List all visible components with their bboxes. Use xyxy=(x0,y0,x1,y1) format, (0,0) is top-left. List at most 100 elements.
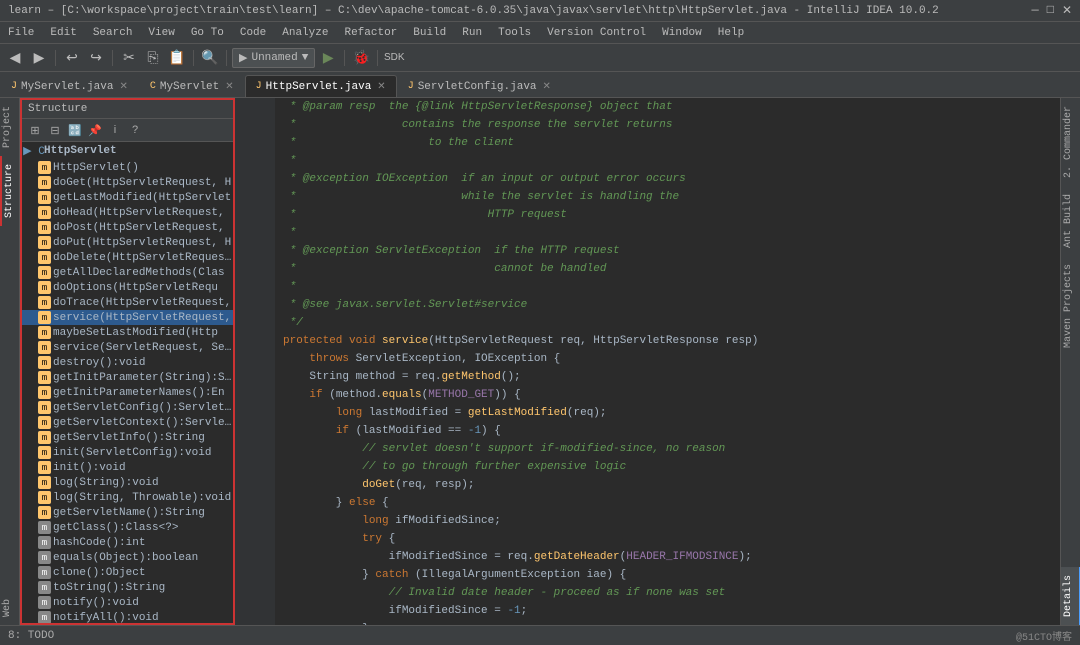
code-line: * @exception ServletException if the HTT… xyxy=(283,242,1052,260)
tab-close[interactable]: ✕ xyxy=(119,81,127,93)
method-icon-1: m xyxy=(38,176,51,189)
struct-item-14[interactable]: m getInitParameter(String):Str xyxy=(22,370,233,385)
struct-item-23[interactable]: m getServletName():String xyxy=(22,505,233,520)
struct-item-9[interactable]: m doTrace(HttpServletRequest, xyxy=(22,295,233,310)
menu-code[interactable]: Code xyxy=(232,22,274,43)
back-btn[interactable]: ◀ xyxy=(4,47,26,69)
struct-item-1[interactable]: m doGet(HttpServletRequest, H xyxy=(22,175,233,190)
undo-btn[interactable]: ↩ xyxy=(61,47,83,69)
struct-item-18[interactable]: m getServletInfo():String xyxy=(22,430,233,445)
struct-item-5[interactable]: m doPut(HttpServletRequest, H xyxy=(22,235,233,250)
struct-item-29[interactable]: m notify():void xyxy=(22,595,233,610)
struct-item-22[interactable]: m log(String, Throwable):void xyxy=(22,490,233,505)
find-btn[interactable]: 🔍 xyxy=(199,47,221,69)
close-btn[interactable]: ✕ xyxy=(1062,3,1072,18)
struct-item-13[interactable]: m destroy():void xyxy=(22,355,233,370)
forward-btn[interactable]: ▶ xyxy=(28,47,50,69)
struct-item-11[interactable]: m maybeSetLastModified(Http xyxy=(22,325,233,340)
config-dropdown[interactable]: ▶ Unnamed ▼ xyxy=(232,48,315,68)
menu-file[interactable]: File xyxy=(0,22,42,43)
code-scroll[interactable]: * @param resp the {@link HttpServletResp… xyxy=(235,98,1060,625)
menu-help[interactable]: Help xyxy=(710,22,752,43)
redo-btn[interactable]: ↪ xyxy=(85,47,107,69)
struct-item-7[interactable]: m getAllDeclaredMethods(Clas xyxy=(22,265,233,280)
tab-icon: J xyxy=(408,81,414,92)
code-line: * xyxy=(283,224,1052,242)
menu-refactor[interactable]: Refactor xyxy=(336,22,405,43)
right-tab-details[interactable]: Details xyxy=(1061,567,1080,625)
menu-window[interactable]: Window xyxy=(654,22,710,43)
code-line: doGet(req, resp); xyxy=(283,476,1052,494)
tab-close[interactable]: ✕ xyxy=(543,81,551,93)
menu-goto[interactable]: Go To xyxy=(183,22,232,43)
struct-item-28[interactable]: m toString():String xyxy=(22,580,233,595)
sidebar-tab-project[interactable]: Project xyxy=(0,98,20,156)
struct-item-3[interactable]: m doHead(HttpServletRequest, xyxy=(22,205,233,220)
sidebar-tab-structure[interactable]: Structure xyxy=(0,156,20,226)
struct-item-label-25: hashCode():int xyxy=(53,537,145,549)
tab-httpservlet-java[interactable]: J HttpServlet.java ✕ xyxy=(245,75,397,97)
sidebar-tab-web[interactable]: Web xyxy=(0,591,20,625)
struct-btn-3[interactable]: 🔡 xyxy=(66,121,84,139)
struct-item-0[interactable]: m HttpServlet() xyxy=(22,160,233,175)
struct-item-label-20: init():void xyxy=(53,462,126,474)
tab-icon: J xyxy=(11,81,17,92)
debug-btn[interactable]: 🐞 xyxy=(350,47,372,69)
struct-root[interactable]: ▶ C HttpServlet xyxy=(22,142,233,160)
tab-servletconfig-java[interactable]: J ServletConfig.java ✕ xyxy=(397,75,562,97)
todo-label[interactable]: 8: TODO xyxy=(8,630,54,642)
method-icon-10: m xyxy=(38,311,51,324)
cut-btn[interactable]: ✂ xyxy=(118,47,140,69)
struct-btn-2[interactable]: ⊟ xyxy=(46,121,64,139)
struct-item-16[interactable]: m getServletConfig():ServletCo xyxy=(22,400,233,415)
struct-item-2[interactable]: m getLastModified(HttpServlet xyxy=(22,190,233,205)
struct-btn-5[interactable]: i xyxy=(106,121,124,139)
paste-btn[interactable]: 📋 xyxy=(166,47,188,69)
struct-item-25[interactable]: m hashCode():int xyxy=(22,535,233,550)
struct-item-10[interactable]: m service(HttpServletRequest, xyxy=(22,310,233,325)
struct-btn-4[interactable]: 📌 xyxy=(86,121,104,139)
right-tab-maven[interactable]: Maven Projects xyxy=(1061,256,1080,356)
tab-close[interactable]: ✕ xyxy=(225,81,233,93)
tab-myservlet[interactable]: C MyServlet ✕ xyxy=(139,75,245,97)
struct-btn-6[interactable]: ? xyxy=(126,121,144,139)
struct-item-24[interactable]: m getClass():Class<?> xyxy=(22,520,233,535)
menu-edit[interactable]: Edit xyxy=(42,22,84,43)
struct-item-6[interactable]: m doDelete(HttpServletRequest, xyxy=(22,250,233,265)
code-lines: * @param resp the {@link HttpServletResp… xyxy=(275,98,1060,625)
struct-item-8[interactable]: m doOptions(HttpServletRequ xyxy=(22,280,233,295)
menu-search[interactable]: Search xyxy=(85,22,141,43)
right-tab-ant[interactable]: Ant Build xyxy=(1061,186,1080,256)
tab-close[interactable]: ✕ xyxy=(377,81,385,93)
menu-vcs[interactable]: Version Control xyxy=(539,22,654,43)
struct-item-21[interactable]: m log(String):void xyxy=(22,475,233,490)
method-icon-20: m xyxy=(38,461,51,474)
tab-myservlet-java[interactable]: J MyServlet.java ✕ xyxy=(0,75,139,97)
struct-item-17[interactable]: m getServletContext():ServletC xyxy=(22,415,233,430)
struct-btn-1[interactable]: ⊞ xyxy=(26,121,44,139)
copyright-label: @51CTO博客 xyxy=(1016,628,1072,644)
struct-item-20[interactable]: m init():void xyxy=(22,460,233,475)
menu-analyze[interactable]: Analyze xyxy=(274,22,336,43)
struct-item-27[interactable]: m clone():Object xyxy=(22,565,233,580)
code-line: * @see javax.servlet.Servlet#service xyxy=(283,296,1052,314)
struct-item-12[interactable]: m service(ServletRequest, Serv xyxy=(22,340,233,355)
maximize-btn[interactable]: □ xyxy=(1047,3,1054,18)
menu-tools[interactable]: Tools xyxy=(490,22,539,43)
struct-item-15[interactable]: m getInitParameterNames():En xyxy=(22,385,233,400)
run-btn[interactable]: ▶ xyxy=(317,47,339,69)
menu-build[interactable]: Build xyxy=(405,22,454,43)
sdk-btn[interactable]: SDK xyxy=(383,47,405,69)
menu-view[interactable]: View xyxy=(140,22,182,43)
struct-item-19[interactable]: m init(ServletConfig):void xyxy=(22,445,233,460)
struct-item-26[interactable]: m equals(Object):boolean xyxy=(22,550,233,565)
copy-btn[interactable]: ⎘ xyxy=(142,47,164,69)
structure-title: Structure xyxy=(28,103,87,115)
struct-item-30[interactable]: m notifyAll():void xyxy=(22,610,233,623)
right-tab-commander[interactable]: 2. Commander xyxy=(1061,98,1080,186)
menu-run[interactable]: Run xyxy=(454,22,490,43)
struct-item-label-1: doGet(HttpServletRequest, H xyxy=(53,177,231,189)
minimize-btn[interactable]: — xyxy=(1032,3,1039,18)
method-icon-29: m xyxy=(38,596,51,609)
struct-item-4[interactable]: m doPost(HttpServletRequest, xyxy=(22,220,233,235)
